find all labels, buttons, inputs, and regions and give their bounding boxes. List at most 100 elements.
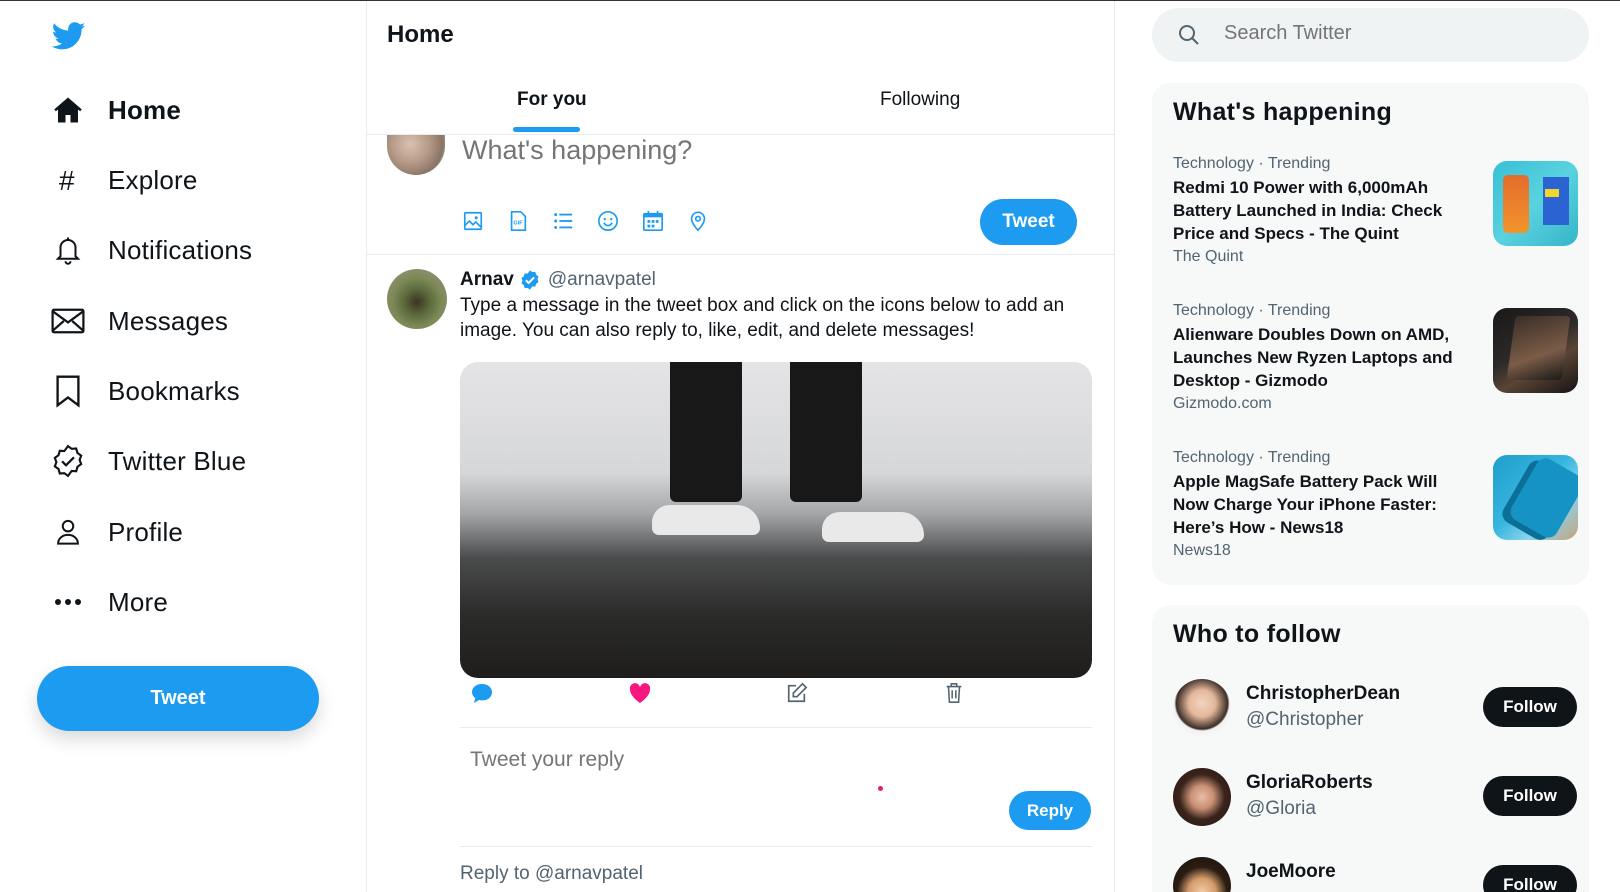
hashtag-icon: #	[50, 162, 86, 198]
tab-following[interactable]: Following	[880, 89, 960, 111]
tweet-author-avatar[interactable]	[387, 269, 447, 329]
follow-suggestion[interactable]: ChristopherDean @Christopher Follow	[1173, 679, 1577, 741]
follow-name: GloriaRoberts	[1246, 772, 1373, 793]
avatar[interactable]	[1173, 679, 1231, 737]
emoji-icon[interactable]	[597, 206, 642, 236]
avatar[interactable]	[1173, 768, 1231, 826]
schedule-calendar-icon[interactable]	[642, 206, 687, 236]
nav-label-explore: Explore	[108, 164, 198, 195]
tweet-composer: GIF Tweet	[367, 131, 1114, 255]
trend-thumbnail	[1493, 308, 1578, 393]
reply-button[interactable]: Reply	[1009, 791, 1091, 830]
tweet-author-name[interactable]: Arnav	[460, 269, 514, 291]
photo-shoe-right	[822, 512, 924, 542]
nav-label-notifications: Notifications	[108, 234, 253, 265]
nav-twitter-blue[interactable]: Twitter Blue	[50, 436, 246, 486]
bookmark-icon	[50, 373, 86, 409]
trend-thumbnail	[1493, 455, 1578, 540]
trend-thumbnail	[1493, 161, 1578, 246]
heart-icon[interactable]	[618, 673, 776, 713]
nav-label-profile: Profile	[108, 516, 184, 547]
nav-profile[interactable]: Profile	[50, 507, 183, 557]
tweet-actions	[460, 673, 1092, 713]
follow-button[interactable]: Follow	[1483, 776, 1577, 816]
reply-box: Reply	[460, 727, 1092, 847]
nav-explore[interactable]: # Explore	[50, 155, 198, 205]
avatar[interactable]	[1173, 857, 1231, 892]
follow-handle: @Christopher	[1246, 709, 1364, 730]
avatar[interactable]	[387, 131, 445, 175]
trend-headline: Redmi 10 Power with 6,000mAh Battery Lau…	[1173, 178, 1443, 243]
search-input[interactable]	[1224, 22, 1564, 45]
nav-more[interactable]: More	[50, 577, 168, 627]
trends-panel: What's happening Technology · Trending R…	[1152, 83, 1589, 585]
follow-suggestion[interactable]: JoeMoore Follow	[1173, 857, 1577, 892]
cursor-dot	[878, 786, 883, 791]
trend-headline: Apple MagSafe Battery Pack Will Now Char…	[1173, 472, 1438, 537]
image-icon[interactable]	[462, 206, 507, 236]
tab-for-you[interactable]: For you	[517, 89, 587, 111]
envelope-icon	[50, 303, 86, 339]
timeline-tabs: For you Following	[367, 79, 1114, 135]
trends-title: What's happening	[1173, 98, 1393, 126]
nav-notifications[interactable]: Notifications	[50, 225, 252, 275]
follow-title: Who to follow	[1173, 620, 1341, 648]
nav-label-bookmarks: Bookmarks	[108, 375, 240, 406]
nav-label-twitter-blue: Twitter Blue	[108, 445, 247, 476]
trend-headline: Alienware Doubles Down on AMD, Launches …	[1173, 325, 1453, 390]
search-icon	[1179, 25, 1199, 45]
composer-toolbar: GIF	[462, 206, 732, 236]
photo-leg-left	[670, 362, 742, 502]
svg-text:GIF: GIF	[513, 221, 523, 227]
twitter-logo-icon[interactable]	[50, 19, 88, 53]
tweet-header: Arnav @arnavpatel	[460, 269, 656, 291]
trend-item[interactable]: Technology · Trending Alienware Doubles …	[1173, 302, 1578, 413]
composer-input[interactable]	[462, 135, 962, 166]
nav-label-more: More	[108, 586, 169, 617]
search-bar[interactable]	[1152, 8, 1589, 62]
trend-source: The Quint	[1173, 248, 1244, 265]
active-tab-indicator	[513, 127, 580, 132]
photo-leg-right	[790, 362, 862, 502]
bell-icon	[50, 232, 86, 268]
tweet-image[interactable]	[460, 362, 1092, 678]
svg-text:#: #	[59, 166, 75, 194]
comment-icon[interactable]	[460, 673, 618, 713]
follow-button[interactable]: Follow	[1483, 687, 1577, 727]
nav-bookmarks[interactable]: Bookmarks	[50, 366, 240, 416]
trend-item[interactable]: Technology · Trending Redmi 10 Power wit…	[1173, 155, 1578, 266]
main-column: Home GIF Tweet For you	[367, 1, 1115, 892]
location-pin-icon[interactable]	[687, 206, 732, 236]
poll-list-icon[interactable]	[552, 206, 597, 236]
who-to-follow-panel: Who to follow ChristopherDean @Christoph…	[1152, 605, 1589, 892]
follow-name: ChristopherDean	[1246, 683, 1401, 704]
person-icon	[50, 514, 86, 550]
trash-icon[interactable]	[934, 673, 1092, 713]
verified-check-icon	[521, 270, 539, 290]
left-sidebar: Home # Explore Notifications Messages Bo…	[0, 1, 367, 892]
follow-handle: @Gloria	[1246, 798, 1316, 819]
follow-suggestion[interactable]: GloriaRoberts @Gloria Follow	[1173, 768, 1577, 830]
trend-source: News18	[1173, 542, 1231, 559]
sidebar-tweet-button[interactable]: Tweet	[37, 666, 319, 731]
edit-icon[interactable]	[776, 673, 934, 713]
photo-shoe-left	[652, 505, 760, 535]
nav-messages[interactable]: Messages	[50, 296, 228, 346]
more-dots-icon	[50, 584, 86, 620]
right-sidebar: What's happening Technology · Trending R…	[1115, 1, 1620, 892]
follow-name: JoeMoore	[1246, 861, 1336, 882]
composer-tweet-button[interactable]: Tweet	[980, 199, 1077, 245]
reply-to-label: Reply to @arnavpatel	[460, 863, 643, 884]
gif-icon[interactable]: GIF	[507, 206, 552, 236]
tweet-author-handle[interactable]: @arnavpatel	[548, 269, 656, 291]
follow-button[interactable]: Follow	[1483, 865, 1577, 892]
trend-item[interactable]: Technology · Trending Apple MagSafe Batt…	[1173, 449, 1578, 560]
reply-input[interactable]	[470, 748, 870, 772]
home-icon	[50, 92, 86, 128]
nav-home[interactable]: Home	[50, 85, 181, 135]
trend-source: Gizmodo.com	[1173, 395, 1272, 412]
nav-label-messages: Messages	[108, 305, 229, 336]
nav-label-home: Home	[108, 94, 182, 125]
verified-badge-icon	[50, 443, 86, 479]
tweet-text: Type a message in the tweet box and clic…	[460, 295, 1065, 341]
